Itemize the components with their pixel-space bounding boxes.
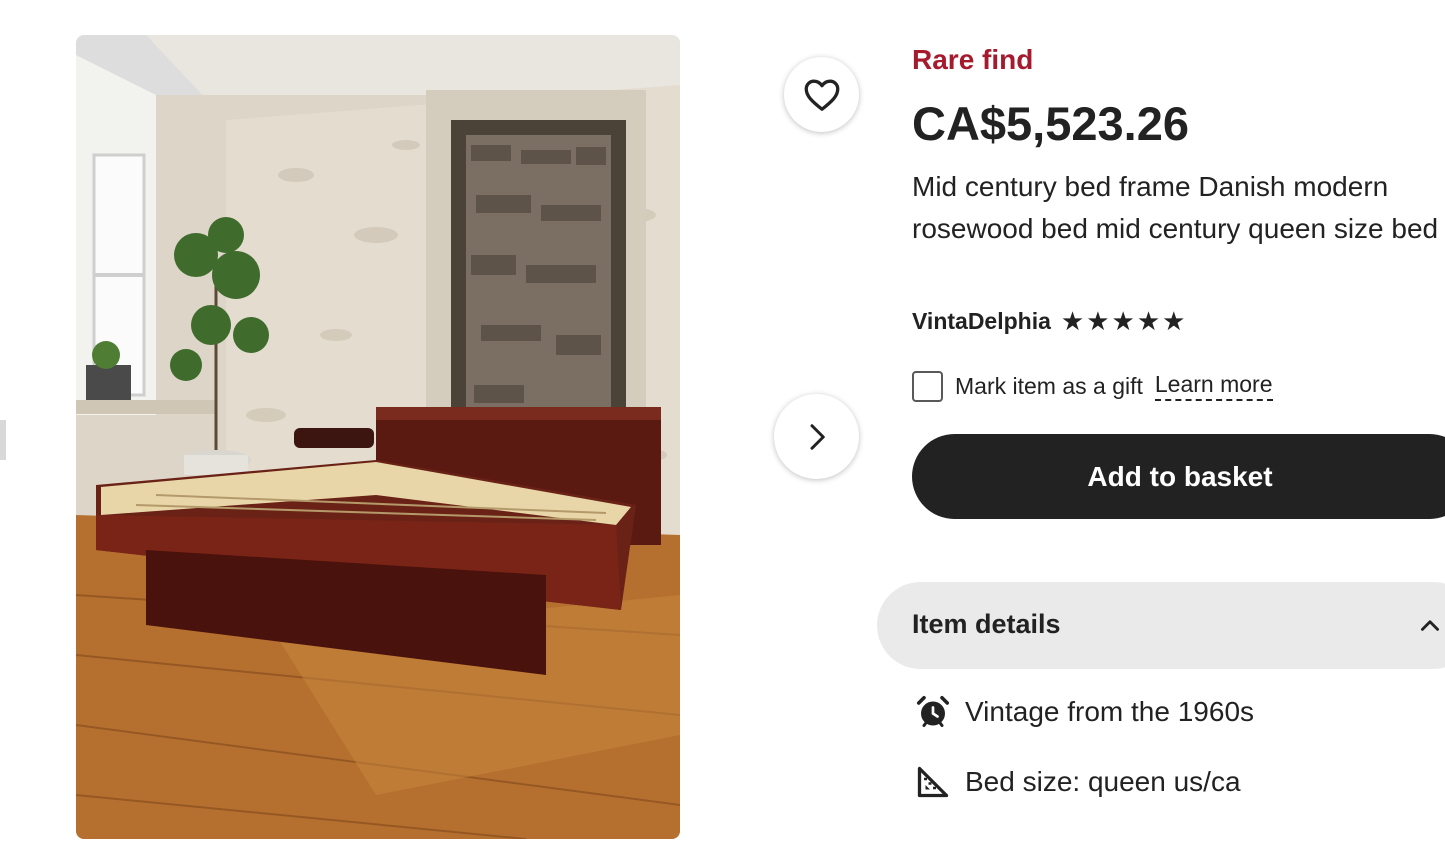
item-details-toggle[interactable]: Item details: [877, 582, 1445, 669]
product-photo-illustration: [76, 35, 680, 839]
detail-item: Vintage from the 1960s: [915, 692, 1254, 732]
star-icon: ★: [1111, 306, 1135, 336]
chevron-right-icon: [810, 423, 825, 450]
detail-text: Bed size: queen us/ca: [965, 766, 1241, 797]
next-image-button[interactable]: [774, 394, 859, 479]
detail-text: Vintage from the 1960s: [965, 696, 1255, 727]
star-icon: ★: [1060, 306, 1085, 336]
add-to-basket-button[interactable]: Add to basket: [912, 434, 1445, 519]
previous-panel-edge: [0, 420, 6, 460]
item-details-heading: Item details: [912, 609, 1061, 639]
learn-more-link[interactable]: Learn more: [1154, 371, 1273, 401]
chevron-up-icon: [1421, 620, 1439, 631]
star-icon: ★: [1162, 306, 1186, 336]
rare-find-badge: Rare find: [912, 44, 1034, 75]
shop-rating-row: VintaDelphia ★ ★ ★ ★ ★: [912, 305, 1185, 337]
star-rating: ★ ★ ★ ★ ★: [1061, 308, 1186, 334]
gift-checkbox[interactable]: [912, 370, 943, 402]
detail-item: Bed size: queen us/ca: [915, 762, 1241, 802]
listing-title: Mid century bed frame Danish modern rose…: [912, 171, 1439, 244]
star-icon: ★: [1136, 306, 1161, 336]
alarm-clock-icon: [916, 695, 950, 727]
shop-name-link[interactable]: VintaDelphia: [912, 308, 1051, 335]
gift-label: Mark item as a gift: [955, 372, 1143, 399]
favorite-button[interactable]: [784, 57, 859, 132]
star-icon: ★: [1086, 306, 1110, 336]
price: CA$5,523.26: [912, 97, 1189, 150]
gift-option-row: Mark item as a gift Learn more: [912, 368, 1273, 404]
heart-icon: [804, 79, 839, 111]
ruler-triangle-icon: [917, 766, 949, 798]
product-image[interactable]: [76, 35, 680, 839]
